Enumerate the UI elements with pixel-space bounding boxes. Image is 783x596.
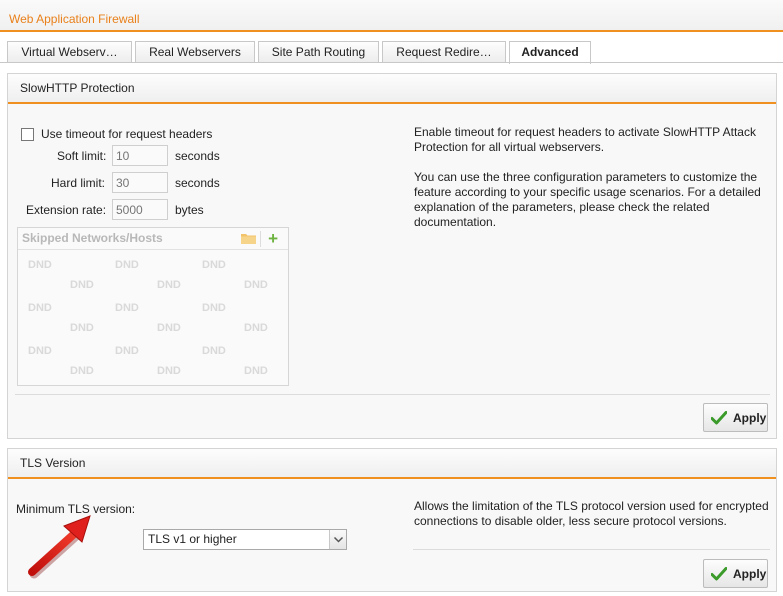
dnd-placeholder: DND bbox=[115, 259, 139, 271]
extension-rate-label: Extension rate: bbox=[26, 203, 107, 217]
hard-limit-label: Hard limit: bbox=[51, 176, 106, 190]
dnd-placeholder: DND bbox=[202, 302, 226, 314]
dnd-placeholder: DND bbox=[28, 302, 52, 314]
apply-label: Apply bbox=[733, 566, 767, 581]
soft-limit-input[interactable] bbox=[112, 145, 168, 166]
min-tls-selected-value: TLS v1 or higher bbox=[148, 532, 237, 546]
check-icon bbox=[711, 566, 727, 580]
extension-rate-unit: bytes bbox=[175, 203, 204, 217]
skipped-networks-title: Skipped Networks/Hosts bbox=[22, 231, 163, 245]
title-bar: Web Application Firewall bbox=[0, 0, 783, 32]
skipped-networks-list[interactable]: Skipped Networks/Hosts + DND DND DND DND… bbox=[17, 227, 289, 386]
dnd-placeholder: DND bbox=[157, 365, 181, 377]
check-icon bbox=[711, 410, 727, 424]
hard-limit-input[interactable] bbox=[112, 172, 168, 193]
dnd-placeholder: DND bbox=[115, 302, 139, 314]
slowhttp-description: Enable timeout for request headers to ac… bbox=[414, 125, 774, 245]
dnd-placeholder: DND bbox=[70, 365, 94, 377]
tab-divider bbox=[0, 62, 783, 63]
tab-advanced[interactable]: Advanced bbox=[509, 41, 591, 64]
tls-description: Allows the limitation of the TLS protoco… bbox=[414, 499, 769, 528]
use-timeout-checkbox[interactable] bbox=[21, 128, 34, 141]
extension-rate-input[interactable] bbox=[112, 199, 168, 220]
use-timeout-label: Use timeout for request headers bbox=[41, 127, 213, 141]
toolbar-separator bbox=[260, 231, 261, 247]
dnd-placeholder: DND bbox=[202, 345, 226, 357]
tab-site-path-routing[interactable]: Site Path Routing bbox=[258, 41, 379, 63]
dnd-placeholder: DND bbox=[244, 279, 268, 291]
slowhttp-panel-title: SlowHTTP Protection bbox=[8, 74, 776, 104]
plus-icon[interactable]: + bbox=[268, 229, 278, 249]
dnd-placeholder: DND bbox=[28, 345, 52, 357]
window-title: Web Application Firewall bbox=[9, 12, 140, 26]
folder-icon[interactable] bbox=[241, 233, 256, 244]
dnd-placeholder: DND bbox=[70, 279, 94, 291]
soft-limit-unit: seconds bbox=[175, 149, 220, 163]
apply-label: Apply bbox=[733, 410, 767, 425]
hard-limit-unit: seconds bbox=[175, 176, 220, 190]
dnd-placeholder: DND bbox=[28, 259, 52, 271]
min-tls-select[interactable]: TLS v1 or higher bbox=[143, 529, 347, 550]
tab-virtual-webservers[interactable]: Virtual Webserv… bbox=[7, 41, 132, 63]
slowhttp-panel: SlowHTTP Protection Use timeout for requ… bbox=[7, 73, 777, 439]
tab-real-webservers[interactable]: Real Webservers bbox=[135, 41, 255, 63]
dnd-placeholder: DND bbox=[244, 365, 268, 377]
chevron-down-icon[interactable] bbox=[329, 530, 346, 549]
tab-bar: Virtual Webserv… Real Webservers Site Pa… bbox=[0, 33, 783, 64]
tls-panel-title: TLS Version bbox=[8, 449, 776, 479]
dnd-placeholder: DND bbox=[157, 279, 181, 291]
slowhttp-footer-divider bbox=[15, 394, 770, 395]
dnd-placeholder: DND bbox=[244, 322, 268, 334]
slowhttp-description-2: You can use the three configuration para… bbox=[414, 170, 761, 229]
dnd-placeholder: DND bbox=[202, 259, 226, 271]
tls-apply-button[interactable]: Apply bbox=[703, 559, 768, 588]
slowhttp-apply-button[interactable]: Apply bbox=[703, 403, 768, 432]
skipped-networks-header: Skipped Networks/Hosts + bbox=[18, 228, 288, 250]
soft-limit-label: Soft limit: bbox=[57, 149, 107, 163]
annotation-arrow-icon bbox=[28, 515, 91, 579]
dnd-placeholder: DND bbox=[157, 322, 181, 334]
slowhttp-description-1: Enable timeout for request headers to ac… bbox=[414, 125, 756, 154]
tls-footer-divider bbox=[413, 549, 770, 550]
tab-request-redirection[interactable]: Request Redire… bbox=[382, 41, 506, 63]
dnd-placeholder: DND bbox=[115, 345, 139, 357]
tls-panel: TLS Version Minimum TLS version: TLS v1 … bbox=[7, 448, 777, 592]
dnd-placeholder: DND bbox=[70, 322, 94, 334]
